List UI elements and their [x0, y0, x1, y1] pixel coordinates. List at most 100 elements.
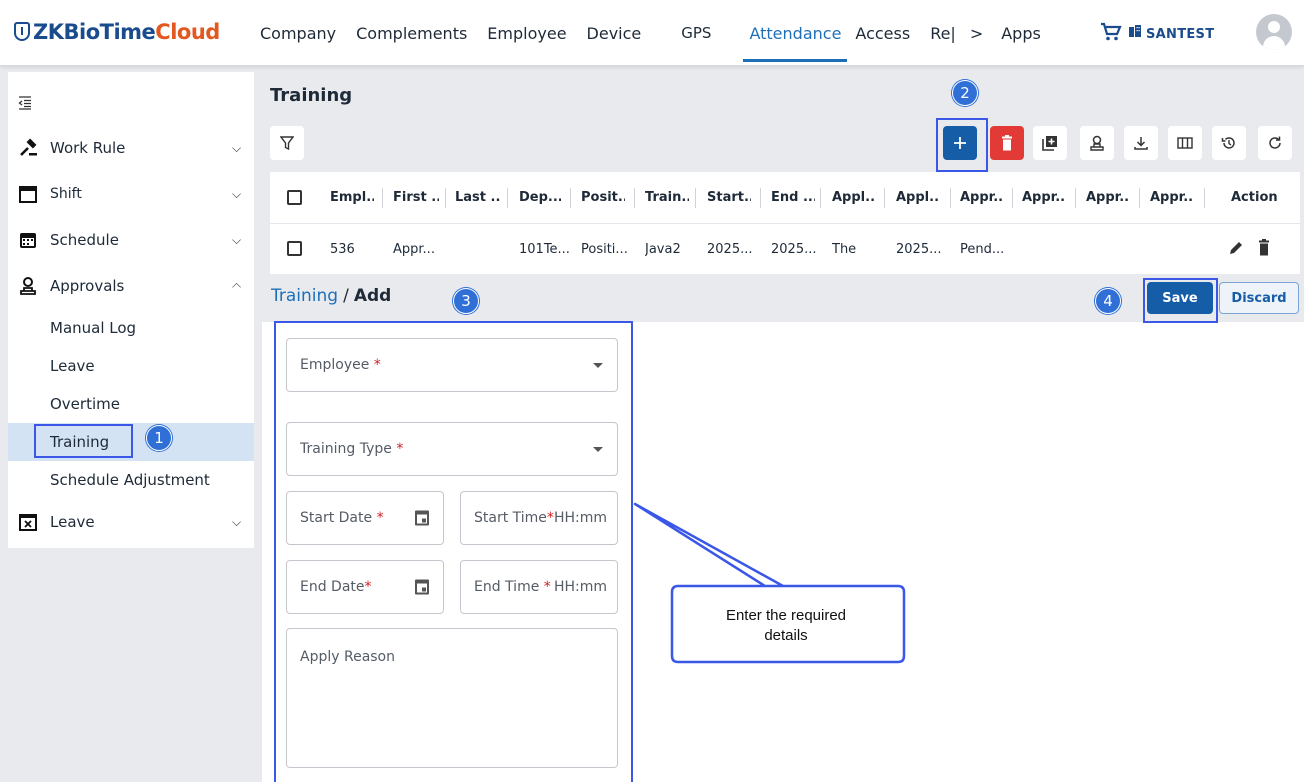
- column-header[interactable]: Appl...: [832, 190, 876, 205]
- company-name: SANTEST: [1146, 27, 1215, 42]
- step-badge-4: 4: [1095, 288, 1121, 314]
- cart-icon[interactable]: [1100, 22, 1122, 42]
- sidebar-subitem-leave[interactable]: Leave: [8, 349, 254, 383]
- stamp-icon: [20, 277, 36, 295]
- sidebar-item-leave[interactable]: Leave ⌵: [8, 505, 254, 539]
- sidebar-item-label: Schedule: [50, 231, 119, 249]
- column-header[interactable]: End ...: [771, 190, 815, 205]
- calendar-grid-icon: [20, 233, 36, 248]
- trash-icon: [1002, 135, 1012, 151]
- column-header[interactable]: First ...: [393, 190, 439, 205]
- nav-reports-truncated[interactable]: Re|: [930, 0, 956, 66]
- sidebar-item-label: Work Rule: [50, 139, 126, 157]
- sidebar-item-work-rule[interactable]: Work Rule ⌵: [8, 131, 254, 165]
- sidebar-item-shift[interactable]: Shift ⌵: [8, 177, 254, 211]
- table-cell: Java2: [645, 241, 681, 257]
- columns-icon: [1177, 137, 1193, 149]
- chevron-down-icon: ⌵: [232, 514, 242, 529]
- row-checkbox[interactable]: [287, 241, 302, 256]
- nav-apps[interactable]: Apps: [1001, 0, 1041, 66]
- chevron-down-icon: ⌵: [232, 186, 242, 201]
- column-header[interactable]: Start...: [707, 190, 751, 205]
- select-all-checkbox[interactable]: [287, 190, 302, 205]
- columns-button[interactable]: [1168, 126, 1202, 160]
- column-header[interactable]: Appl...: [896, 190, 940, 205]
- sidebar-subitem-label: Overtime: [50, 395, 120, 413]
- breadcrumb-separator: /: [343, 286, 349, 306]
- page-title: Training: [270, 85, 353, 106]
- top-bar: ZKBioTimeCloud Company Complements Emplo…: [0, 0, 1304, 66]
- table-cell: 2025...: [771, 241, 817, 257]
- column-header[interactable]: Appr...: [1150, 190, 1194, 205]
- breadcrumb: Training / Add: [271, 286, 391, 306]
- delete-button[interactable]: [990, 126, 1024, 160]
- filter-icon: [280, 136, 294, 150]
- column-header[interactable]: Empl...: [330, 190, 374, 205]
- nav-access[interactable]: Access: [855, 0, 910, 66]
- table-header-row: Empl... First ... Last ... Dep... Posit.…: [270, 172, 1300, 224]
- sidebar-subitem-label: Schedule Adjustment: [50, 471, 210, 489]
- breadcrumb-current: Add: [353, 286, 392, 306]
- sidebar-item-schedule[interactable]: Schedule ⌵: [8, 223, 254, 257]
- building-icon: [1129, 25, 1141, 37]
- main-nav: Company Complements Employee Device GPS …: [260, 0, 1061, 66]
- column-header[interactable]: Appr...: [1086, 190, 1130, 205]
- column-header[interactable]: Last ...: [455, 190, 501, 205]
- nav-company[interactable]: Company: [260, 0, 336, 66]
- bulk-add-button[interactable]: [1033, 126, 1067, 160]
- highlight-save-button: [1143, 278, 1218, 323]
- filter-button[interactable]: [270, 126, 304, 160]
- column-header-action: Action: [1231, 190, 1278, 205]
- delete-trash-icon[interactable]: [1258, 239, 1270, 256]
- gavel-icon: [20, 138, 37, 156]
- export-button[interactable]: [1124, 126, 1158, 160]
- step-badge-1: 1: [146, 425, 172, 451]
- column-header[interactable]: Posit...: [581, 190, 625, 205]
- download-icon: [1134, 137, 1148, 150]
- chevron-down-icon: ⌵: [232, 140, 242, 155]
- highlight-form: [274, 321, 633, 782]
- sidebar-item-label: Leave: [50, 513, 95, 531]
- nav-attendance[interactable]: Attendance: [743, 0, 848, 66]
- sidebar-subitem-overtime[interactable]: Overtime: [8, 387, 254, 421]
- company-selector[interactable]: SANTEST: [1128, 24, 1214, 42]
- sidebar-subitem-label: Leave: [50, 357, 95, 375]
- stamp-icon: [1090, 135, 1104, 151]
- nav-more-chevron-icon[interactable]: >: [970, 24, 983, 43]
- app-logo[interactable]: ZKBioTimeCloud: [14, 20, 220, 44]
- calendar-icon: [19, 186, 37, 203]
- table-cell: The: [832, 241, 857, 257]
- step-badge-3: 3: [453, 288, 479, 314]
- nav-device[interactable]: Device: [587, 0, 642, 66]
- calendar-x-icon: [19, 514, 37, 531]
- highlight-training-menu: [34, 424, 133, 458]
- refresh-button[interactable]: [1258, 126, 1292, 160]
- sidebar-item-label: Approvals: [50, 277, 125, 295]
- discard-button[interactable]: Discard: [1219, 282, 1299, 314]
- sidebar-subitem-manual-log[interactable]: Manual Log: [8, 311, 254, 345]
- breadcrumb-parent-link[interactable]: Training: [271, 286, 338, 306]
- nav-gps[interactable]: GPS: [681, 0, 711, 66]
- table-cell: 101Te...: [519, 241, 570, 257]
- sidebar-item-label: Shift: [50, 186, 82, 202]
- user-avatar-icon[interactable]: [1256, 14, 1292, 50]
- history-button[interactable]: [1212, 126, 1246, 160]
- table-row[interactable]: 536 Appr... 101Te... Positi... Java2 202…: [270, 224, 1300, 274]
- callout-text: Enter the required details: [670, 606, 902, 646]
- nav-employee[interactable]: Employee: [487, 0, 566, 66]
- callout-line: details: [764, 627, 808, 644]
- brand-suffix: Cloud: [155, 20, 220, 44]
- edit-pencil-icon[interactable]: [1228, 240, 1244, 256]
- table-cell: Pend...: [960, 241, 1005, 257]
- sidebar-subitem-schedule-adjustment[interactable]: Schedule Adjustment: [8, 463, 254, 497]
- column-header[interactable]: Train...: [645, 190, 689, 205]
- column-header[interactable]: Appr...: [1022, 190, 1066, 205]
- table-cell: 2025...: [707, 241, 753, 257]
- nav-complements[interactable]: Complements: [356, 0, 467, 66]
- column-header[interactable]: Appr...: [960, 190, 1004, 205]
- table-cell: 2025...: [896, 241, 942, 257]
- collapse-sidebar-icon[interactable]: [18, 96, 32, 110]
- column-header[interactable]: Dep...: [519, 190, 561, 205]
- sidebar-item-approvals[interactable]: Approvals ⌵: [8, 269, 254, 303]
- approve-button[interactable]: [1080, 126, 1114, 160]
